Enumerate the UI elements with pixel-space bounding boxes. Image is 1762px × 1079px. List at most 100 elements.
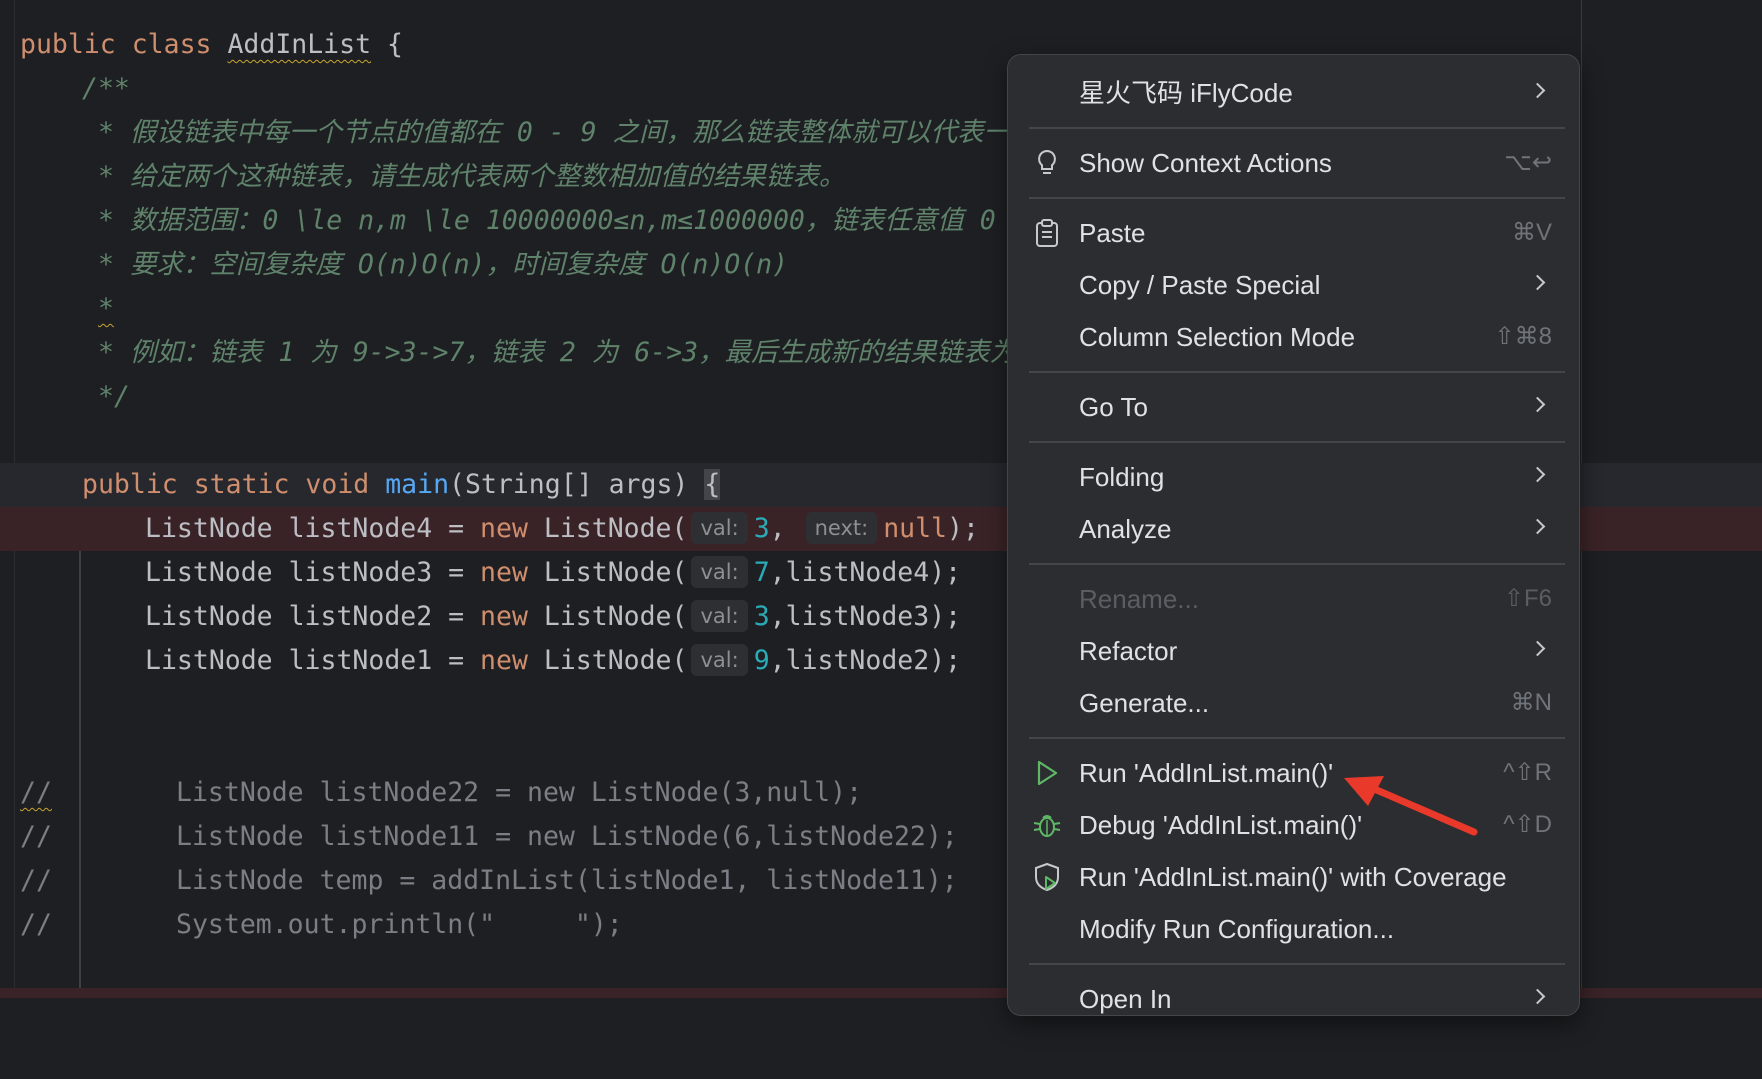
menu-separator xyxy=(1029,371,1565,373)
number-literal: 9 xyxy=(753,645,770,676)
menu-item-shortcut: ^⇧D xyxy=(1503,811,1552,838)
comment-text: ListNode listNode22 = new ListNode(3,nul… xyxy=(176,777,863,808)
menu-item-copy-paste-special[interactable]: Copy / Paste Special xyxy=(1008,260,1579,310)
menu-item-label: Run 'AddInList.main()' xyxy=(1079,758,1334,788)
keyword: class xyxy=(131,29,212,60)
keyword: public xyxy=(20,29,116,60)
keyword: new xyxy=(480,645,528,676)
constructor-call: ListNode( xyxy=(527,601,688,632)
menu-item-show-context-actions[interactable]: Show Context Actions ⌥↩ xyxy=(1008,138,1579,188)
method-name: main xyxy=(385,469,450,500)
menu-separator xyxy=(1029,127,1565,129)
menu-item-label: Debug 'AddInList.main()' xyxy=(1079,810,1363,840)
menu-item-label: Generate... xyxy=(1079,688,1210,718)
menu-item-label: Analyze xyxy=(1079,514,1172,544)
menu-item-label: Open In xyxy=(1079,984,1172,1014)
keyword: new xyxy=(480,513,528,544)
statement-tail: ,listNode2); xyxy=(769,645,962,676)
doc-comment-text: * xyxy=(98,293,114,324)
number-literal: 3 xyxy=(753,513,770,544)
statement-tail: ,listNode4); xyxy=(769,557,962,588)
open-brace: { xyxy=(387,29,403,60)
chevron-right-icon xyxy=(1529,518,1546,535)
menu-item-shortcut: ⌘N xyxy=(1510,689,1552,716)
menu-item-label: Column Selection Mode xyxy=(1079,322,1356,352)
number-literal: 7 xyxy=(753,557,770,588)
chevron-right-icon xyxy=(1529,466,1546,483)
menu-item-label: Go To xyxy=(1079,392,1148,422)
context-menu[interactable]: 星火飞码 iFlyCode Show Context Actions ⌥↩ Pa… xyxy=(1007,54,1580,1016)
menu-separator xyxy=(1029,441,1565,443)
menu-item-column-selection-mode[interactable]: Column Selection Mode ⇧⌘8 xyxy=(1008,312,1579,362)
menu-item-run-with-coverage[interactable]: Run 'AddInList.main()' with Coverage xyxy=(1008,852,1579,902)
class-name: AddInList xyxy=(227,29,372,60)
doc-comment-text: /** xyxy=(82,73,130,104)
open-brace: { xyxy=(704,469,721,500)
keyword: new xyxy=(480,601,528,632)
menu-item-generate[interactable]: Generate... ⌘N xyxy=(1008,678,1579,728)
comment-marker: // xyxy=(20,865,52,896)
menu-separator xyxy=(1029,197,1565,199)
chevron-right-icon xyxy=(1529,82,1546,99)
chevron-right-icon xyxy=(1529,640,1546,657)
parameter-hint: val: xyxy=(691,643,748,676)
menu-item-refactor[interactable]: Refactor xyxy=(1008,626,1579,676)
debug-icon xyxy=(1032,810,1062,840)
menu-item-folding[interactable]: Folding xyxy=(1008,452,1579,502)
menu-item-go-to[interactable]: Go To xyxy=(1008,382,1579,432)
constructor-call: ListNode( xyxy=(527,557,688,588)
red-annotation-arrow-icon xyxy=(1344,776,1478,836)
comment-text: ListNode temp = addInList(listNode1, lis… xyxy=(176,865,958,896)
null-keyword: null xyxy=(883,513,948,544)
coverage-icon xyxy=(1032,862,1062,892)
menu-separator xyxy=(1029,737,1565,739)
doc-comment-text: * 数据范围：0 \le n,m \le 10000000≤n,m≤100000… xyxy=(98,205,1028,236)
parameter-hint: next: xyxy=(805,511,878,544)
doc-comment-text: * 要求：空间复杂度 O(n)O(n)，时间复杂度 O(n)O(n) xyxy=(98,249,789,280)
statement-lhs: ListNode listNode4 = xyxy=(145,513,481,544)
constructor-call: ListNode( xyxy=(527,513,688,544)
keyword: new xyxy=(480,557,528,588)
menu-item-rename: Rename... ⇧F6 xyxy=(1008,574,1579,624)
chevron-right-icon xyxy=(1529,396,1546,413)
method-params: (String[] args) xyxy=(449,469,705,500)
statement-tail: ,listNode3); xyxy=(769,601,962,632)
statement-lhs: ListNode listNode1 = xyxy=(145,645,481,676)
menu-item-analyze[interactable]: Analyze xyxy=(1008,504,1579,554)
statement-tail: ); xyxy=(947,513,979,544)
keyword: public xyxy=(82,469,178,500)
menu-item-paste[interactable]: Paste ⌘V xyxy=(1008,208,1579,258)
clipboard-icon xyxy=(1032,218,1062,248)
comment-text: System.out.println(" "); xyxy=(176,909,623,940)
menu-item-iflycode[interactable]: 星火飞码 iFlyCode xyxy=(1008,68,1579,118)
menu-item-shortcut: ⌘V xyxy=(1511,219,1552,246)
menu-item-modify-run-configuration[interactable]: Modify Run Configuration... xyxy=(1008,904,1579,954)
menu-item-shortcut: ⌥↩ xyxy=(1504,149,1552,176)
parameter-hint: val: xyxy=(691,555,748,588)
doc-comment-text: * 假设链表中每一个节点的值都在 0 - 9 之间，那么链表整体就可以代表一个 xyxy=(98,117,1037,148)
statement-lhs: ListNode listNode3 = xyxy=(145,557,481,588)
doc-comment-text: * 给定两个这种链表，请生成代表两个整数相加值的结果链表。 xyxy=(98,161,846,192)
menu-item-label: Rename... xyxy=(1079,584,1199,614)
doc-comment-text: * 例如：链表 1 为 9->3->7，链表 2 为 6->3，最后生成新的结果… xyxy=(98,337,1017,368)
constructor-call: ListNode( xyxy=(527,645,688,676)
comment-marker: // xyxy=(20,821,52,852)
menu-separator xyxy=(1029,563,1565,565)
menu-item-label: 星火飞码 iFlyCode xyxy=(1079,78,1293,108)
lightbulb-icon xyxy=(1032,148,1062,178)
keyword: void xyxy=(305,469,370,500)
menu-item-label: Refactor xyxy=(1079,636,1178,666)
parameter-hint: val: xyxy=(691,511,748,544)
menu-item-shortcut: ⇧F6 xyxy=(1503,585,1552,612)
separator: , xyxy=(769,513,802,544)
comment-marker: // xyxy=(20,909,52,940)
menu-item-shortcut: ^⇧R xyxy=(1503,759,1552,786)
doc-comment-text: */ xyxy=(98,381,130,412)
chevron-right-icon xyxy=(1529,274,1546,291)
menu-item-shortcut: ⇧⌘8 xyxy=(1494,323,1552,350)
menu-item-label: Copy / Paste Special xyxy=(1079,270,1321,300)
menu-item-open-in[interactable]: Open In xyxy=(1008,974,1579,1015)
menu-item-label: Run 'AddInList.main()' with Coverage xyxy=(1079,862,1507,892)
menu-item-label: Modify Run Configuration... xyxy=(1079,914,1395,944)
menu-item-label: Show Context Actions xyxy=(1079,148,1332,178)
